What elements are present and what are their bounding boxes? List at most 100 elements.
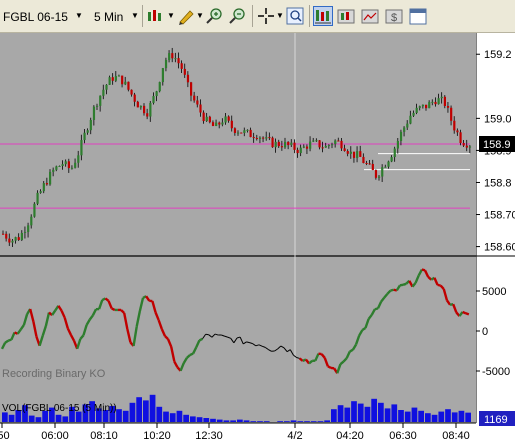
candle-body <box>30 216 33 226</box>
time-tick-label: 08:40 <box>442 430 470 441</box>
candle-body <box>290 142 293 146</box>
volume-bar <box>384 408 391 422</box>
volume-bar <box>364 406 371 422</box>
chart-trader-icon <box>315 10 331 24</box>
volume-bar <box>451 412 458 422</box>
toolbar-separator <box>142 5 143 27</box>
candle-body <box>5 233 8 239</box>
candle-body <box>86 130 89 133</box>
candle-body <box>296 149 299 154</box>
candle-body <box>450 107 453 121</box>
candle-body <box>221 122 224 125</box>
volume-bar <box>183 414 189 422</box>
volume-bar <box>425 413 431 422</box>
candle-body <box>55 166 58 170</box>
candle-body <box>70 167 74 169</box>
chevron-down-icon[interactable]: ▼ <box>131 11 139 20</box>
candle-body <box>399 131 403 141</box>
oscillator-segment <box>421 268 426 272</box>
chevron-down-icon[interactable]: ▼ <box>196 11 204 20</box>
candle-body <box>327 145 331 147</box>
volume-bar <box>398 410 404 422</box>
dollar-button[interactable]: $ <box>384 6 404 26</box>
volume-value-label: 1169 <box>484 414 508 426</box>
value-axis[interactable]: 159.2159.0158.9158.8158.70158.60158.9500… <box>476 33 515 441</box>
line-chart-icon <box>361 9 379 24</box>
volume-bar <box>445 409 451 422</box>
chevron-down-icon[interactable]: ▼ <box>276 11 284 20</box>
zoom-out-button[interactable] <box>228 6 248 26</box>
candle-body <box>99 95 102 106</box>
price-tick-label: 158.70 <box>484 210 515 222</box>
volume-bar <box>418 410 424 422</box>
candle-body <box>164 59 168 69</box>
interval-dropdown[interactable]: 5 Min <box>94 10 123 24</box>
chart-trader-button[interactable] <box>313 6 333 26</box>
candle-body <box>287 141 290 146</box>
volume-bar <box>257 421 263 422</box>
price-tick-label: 158.60 <box>484 242 515 254</box>
draw-tool-icon <box>179 10 194 25</box>
oscillator-segment <box>205 333 209 336</box>
candle-body <box>453 120 456 131</box>
volume-bar <box>28 415 35 422</box>
candle-body <box>199 104 202 113</box>
candle-body <box>190 82 193 96</box>
volume-bar <box>116 409 122 422</box>
draw-tool-button[interactable] <box>177 6 197 26</box>
line-chart-button[interactable] <box>360 6 380 26</box>
candle-body <box>384 166 387 168</box>
volume-bar <box>290 420 297 422</box>
bar-type-button[interactable] <box>336 6 356 26</box>
crosshair-button[interactable] <box>256 6 276 26</box>
candle-body <box>45 183 49 185</box>
candle-body <box>324 145 327 148</box>
candle-body <box>340 140 343 149</box>
zoom-in-button[interactable] <box>205 6 225 26</box>
candle-body <box>11 240 14 243</box>
candle-body <box>343 148 346 152</box>
candle-style-button[interactable] <box>146 6 166 26</box>
candle-body <box>302 146 305 148</box>
candle-body <box>171 53 174 59</box>
candle-body <box>215 122 218 126</box>
instrument-dropdown[interactable]: FGBL 06-15 <box>3 10 68 24</box>
candle-body <box>96 105 99 107</box>
candle-body <box>409 115 412 124</box>
properties-button[interactable] <box>408 6 428 26</box>
volume-bar <box>203 418 210 422</box>
candle-body <box>456 130 459 133</box>
volume-bar <box>331 409 337 422</box>
candle-body <box>368 163 371 165</box>
price-tick-label: 159.2 <box>484 49 512 61</box>
candle-body <box>74 162 77 168</box>
candle-body <box>89 119 92 131</box>
candle-body <box>268 137 271 139</box>
volume-bar <box>243 420 250 422</box>
chevron-down-icon[interactable]: ▼ <box>75 11 83 20</box>
time-tick-label: 4/2 <box>287 430 302 441</box>
bar-type-icon <box>337 9 355 24</box>
last-price-label: 158.9 <box>483 139 511 151</box>
oscillator-segment <box>111 307 116 312</box>
candle-body <box>315 140 318 142</box>
candle-body <box>208 116 211 123</box>
magnifier-button[interactable] <box>285 6 305 26</box>
candle-body <box>92 106 96 120</box>
candle-body <box>80 140 83 156</box>
candle-body <box>121 75 124 85</box>
svg-text:$: $ <box>391 12 397 24</box>
candle-body <box>237 132 240 134</box>
candle-body <box>152 96 155 103</box>
volume-bar <box>156 406 163 422</box>
candle-body <box>105 84 108 90</box>
candle-body <box>183 68 186 75</box>
time-tick-label: 04:20 <box>336 430 364 441</box>
chevron-down-icon[interactable]: ▼ <box>167 11 175 20</box>
volume-bar <box>404 411 411 422</box>
candle-body <box>280 146 284 148</box>
candle-body <box>27 225 30 232</box>
volume-bar <box>304 421 310 422</box>
candle-body <box>299 147 302 154</box>
volume-bar <box>351 401 357 422</box>
